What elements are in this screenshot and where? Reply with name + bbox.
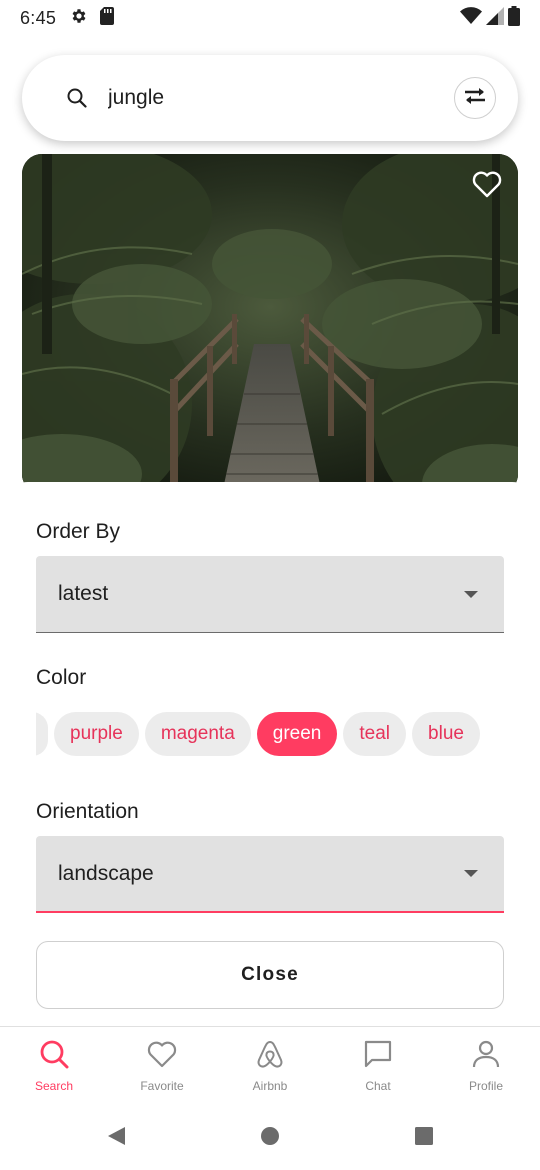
color-chip-magenta[interactable]: magenta: [144, 712, 251, 756]
search-input[interactable]: [108, 78, 454, 118]
color-chip-green[interactable]: green: [256, 712, 338, 756]
battery-icon: [508, 5, 520, 31]
order-by-dropdown[interactable]: latest: [36, 556, 504, 633]
search-icon[interactable]: [66, 87, 88, 109]
photo-card[interactable]: [22, 154, 518, 494]
orientation-label: Orientation: [36, 800, 139, 823]
filter-sheet: Order By latest Color purple magenta gre…: [0, 482, 540, 1027]
search-icon: [39, 1039, 69, 1069]
search-bar: [22, 55, 518, 141]
status-time: 6:45: [20, 7, 57, 28]
back-triangle-icon[interactable]: [103, 1123, 129, 1149]
nav-label-airbnb: Airbnb: [252, 1079, 288, 1093]
nav-item-favorite[interactable]: Favorite: [108, 1027, 216, 1102]
favorite-photo-icon[interactable]: [472, 170, 502, 198]
color-chip-blue[interactable]: blue: [412, 712, 480, 756]
order-by-value: latest: [58, 582, 109, 605]
airbnb-logo-icon: [255, 1039, 285, 1069]
orientation-dropdown[interactable]: landscape: [36, 836, 504, 913]
filter-button[interactable]: [454, 77, 496, 119]
filter-toggle-icon: [463, 87, 487, 110]
nav-item-profile[interactable]: Profile: [432, 1027, 540, 1102]
system-nav-bar: [0, 1102, 540, 1170]
home-circle-icon[interactable]: [257, 1123, 283, 1149]
gear-icon: [70, 7, 88, 30]
order-by-label: Order By: [36, 520, 121, 543]
close-button[interactable]: Close: [36, 941, 504, 1009]
nav-item-search[interactable]: Search: [0, 1027, 108, 1102]
status-left-icons: [70, 6, 115, 30]
color-label: Color: [36, 666, 87, 689]
status-bar: 6:45: [0, 0, 540, 36]
color-chip-purple[interactable]: purple: [54, 712, 139, 756]
nav-label-profile: Profile: [468, 1079, 503, 1093]
nav-item-airbnb[interactable]: Airbnb: [216, 1027, 324, 1102]
dropdown-arrow-icon: [464, 870, 478, 877]
sd-card-icon: [100, 6, 115, 30]
chat-icon: [363, 1039, 393, 1069]
orientation-value: landscape: [58, 861, 154, 885]
status-right-icons: [460, 5, 520, 31]
wifi-icon: [460, 6, 482, 30]
signal-icon: [486, 6, 504, 30]
color-chips: purple magenta green teal blue: [36, 712, 504, 758]
nav-label-favorite: Favorite: [140, 1079, 184, 1093]
color-chip-teal[interactable]: teal: [343, 712, 407, 756]
color-chip-offscreen[interactable]: [36, 712, 48, 756]
nav-label-chat: Chat: [365, 1079, 391, 1093]
recents-square-icon[interactable]: [411, 1123, 437, 1149]
jungle-photo: [22, 154, 518, 494]
nav-label-search: Search: [34, 1079, 74, 1093]
dropdown-arrow-icon: [464, 590, 478, 598]
bottom-nav: Search Favorite Airbnb Chat Profile: [0, 1026, 540, 1102]
person-icon: [471, 1039, 501, 1069]
heart-icon: [147, 1039, 177, 1069]
nav-item-chat[interactable]: Chat: [324, 1027, 432, 1102]
